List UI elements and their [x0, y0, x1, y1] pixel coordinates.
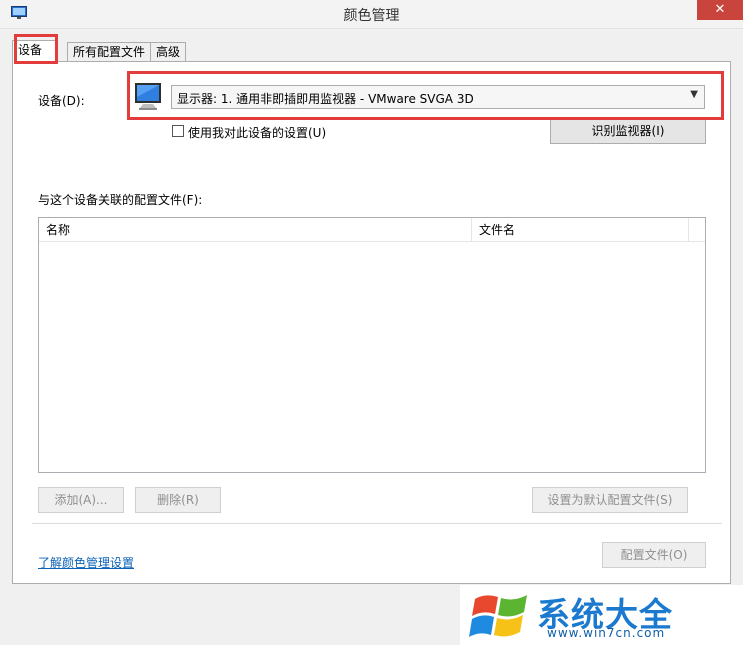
- window-title: 颜色管理: [343, 8, 400, 24]
- title-bar: 颜色管理 ✕: [0, 0, 743, 29]
- tab-advanced[interactable]: 高级: [150, 42, 187, 61]
- monitor-icon: [135, 83, 161, 110]
- tab-devices[interactable]: 设备: [12, 40, 58, 62]
- learn-color-settings-link[interactable]: 了解颜色管理设置: [38, 554, 134, 571]
- remove-profile-button[interactable]: 删除(R): [135, 487, 221, 513]
- watermark-url: www.win7cn.com: [547, 626, 666, 640]
- divider: [32, 523, 722, 524]
- device-label: 设备(D):: [38, 94, 85, 108]
- chevron-down-icon: ▼: [690, 89, 698, 100]
- identify-monitors-button[interactable]: 识别监视器(I): [550, 118, 706, 144]
- profiles-list-header: 名称 文件名: [39, 218, 705, 242]
- column-header-filename[interactable]: 文件名: [472, 218, 689, 242]
- device-select[interactable]: 显示器: 1. 通用非即插即用监视器 - VMware SVGA 3D ▼: [171, 85, 705, 109]
- profiles-button[interactable]: 配置文件(O): [602, 542, 706, 568]
- close-button[interactable]: ✕: [697, 0, 743, 20]
- set-default-profile-button[interactable]: 设置为默认配置文件(S): [532, 487, 688, 513]
- use-my-settings-checkbox[interactable]: [172, 125, 184, 137]
- profiles-label: 与这个设备关联的配置文件(F):: [38, 193, 203, 207]
- device-select-value: 显示器: 1. 通用非即插即用监视器 - VMware SVGA 3D: [177, 92, 474, 106]
- use-my-settings-label: 使用我对此设备的设置(U): [188, 126, 327, 140]
- tab-all-profiles[interactable]: 所有配置文件: [67, 42, 152, 61]
- add-profile-button[interactable]: 添加(A)...: [38, 487, 124, 513]
- windows-logo-icon: [469, 595, 527, 637]
- column-header-name[interactable]: 名称: [39, 218, 472, 242]
- watermark: 系统大全 www.win7cn.com: [460, 585, 743, 645]
- profiles-list[interactable]: 名称 文件名: [38, 217, 706, 473]
